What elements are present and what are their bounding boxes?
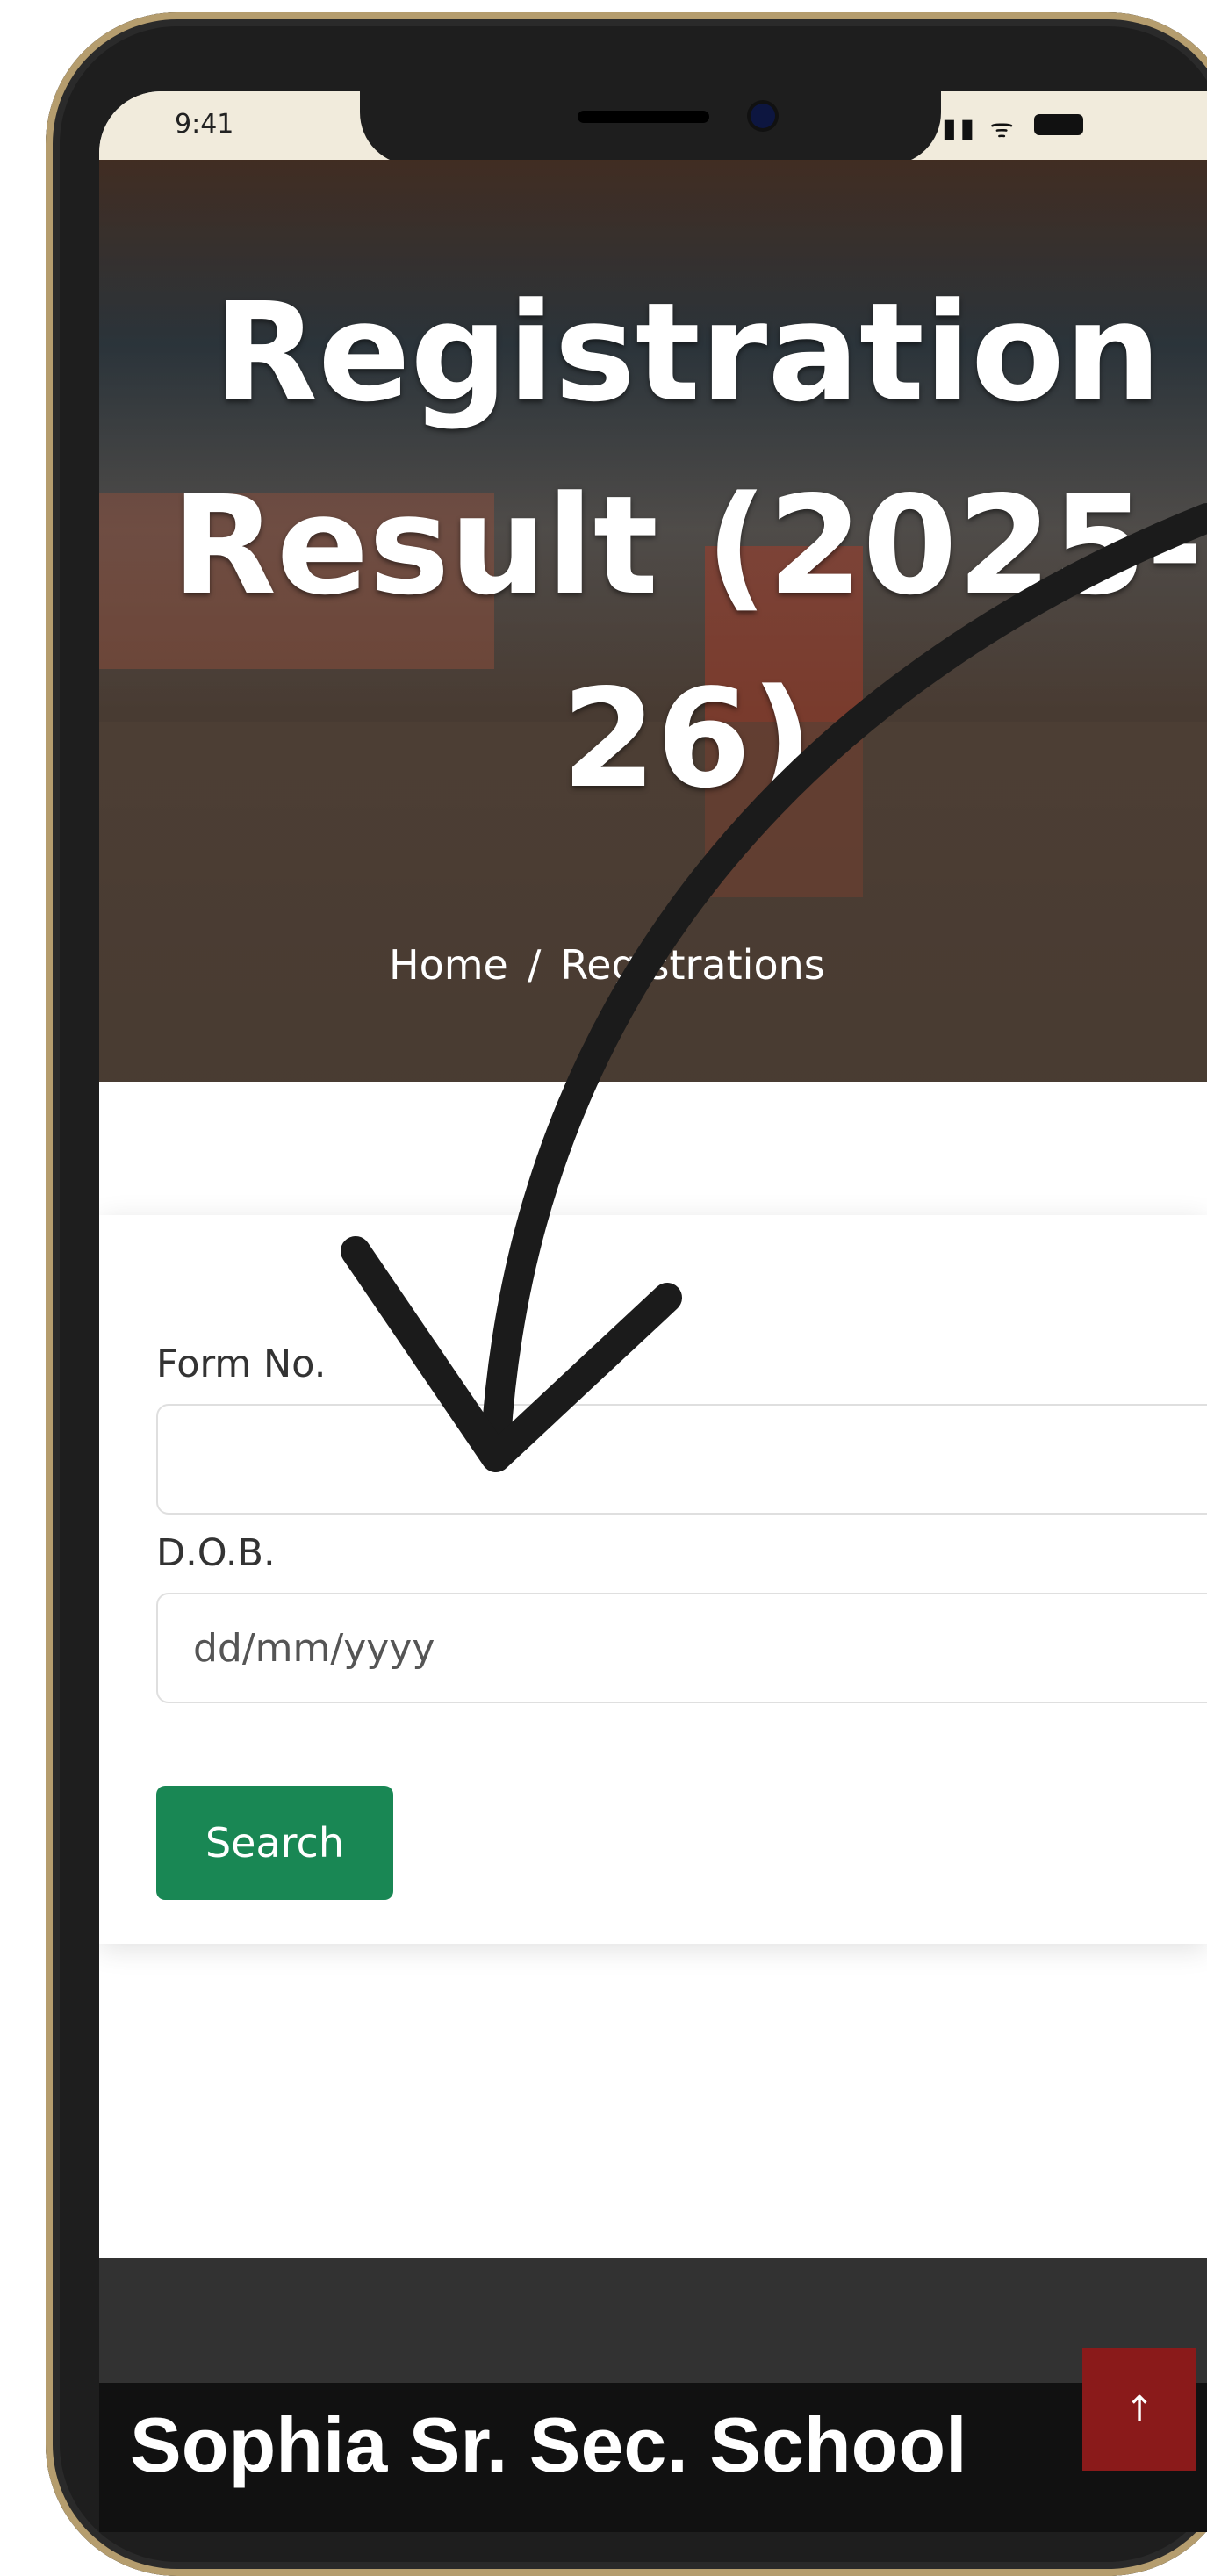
- battery-icon: [1034, 114, 1083, 135]
- page-header-hero: Registration Result (2025-26) Home / Regis…: [99, 160, 1207, 1082]
- status-time: 9:41: [175, 109, 234, 140]
- phone-screen: 9:41 ▮▮ ᯤ Registration Result (2025-26) …: [99, 91, 1207, 2532]
- page-title: Registration Result (2025-26): [171, 273, 1203, 818]
- speaker-icon: [578, 111, 709, 123]
- breadcrumb: Home / Registrations: [389, 941, 825, 989]
- form-no-input[interactable]: [156, 1404, 1207, 1515]
- breadcrumb-home-link[interactable]: Home: [389, 941, 508, 989]
- dob-label: D.O.B.: [156, 1531, 276, 1575]
- back-to-top-button[interactable]: ↑: [1082, 2348, 1196, 2471]
- school-name: Sophia Sr. Sec. School: [130, 2401, 967, 2488]
- phone-notch: [360, 91, 941, 165]
- status-bar: 9:41 ▮▮ ᯤ: [99, 91, 1207, 165]
- dob-input[interactable]: [156, 1593, 1207, 1703]
- signal-wifi-icon: ▮▮ ᯤ: [942, 113, 1017, 144]
- camera-icon: [751, 104, 775, 128]
- arrow-up-icon: ↑: [1124, 2389, 1154, 2429]
- breadcrumb-separator: /: [527, 941, 542, 989]
- search-button[interactable]: Search: [156, 1786, 393, 1900]
- form-no-label: Form No.: [156, 1342, 327, 1386]
- breadcrumb-current: Registrations: [560, 941, 825, 989]
